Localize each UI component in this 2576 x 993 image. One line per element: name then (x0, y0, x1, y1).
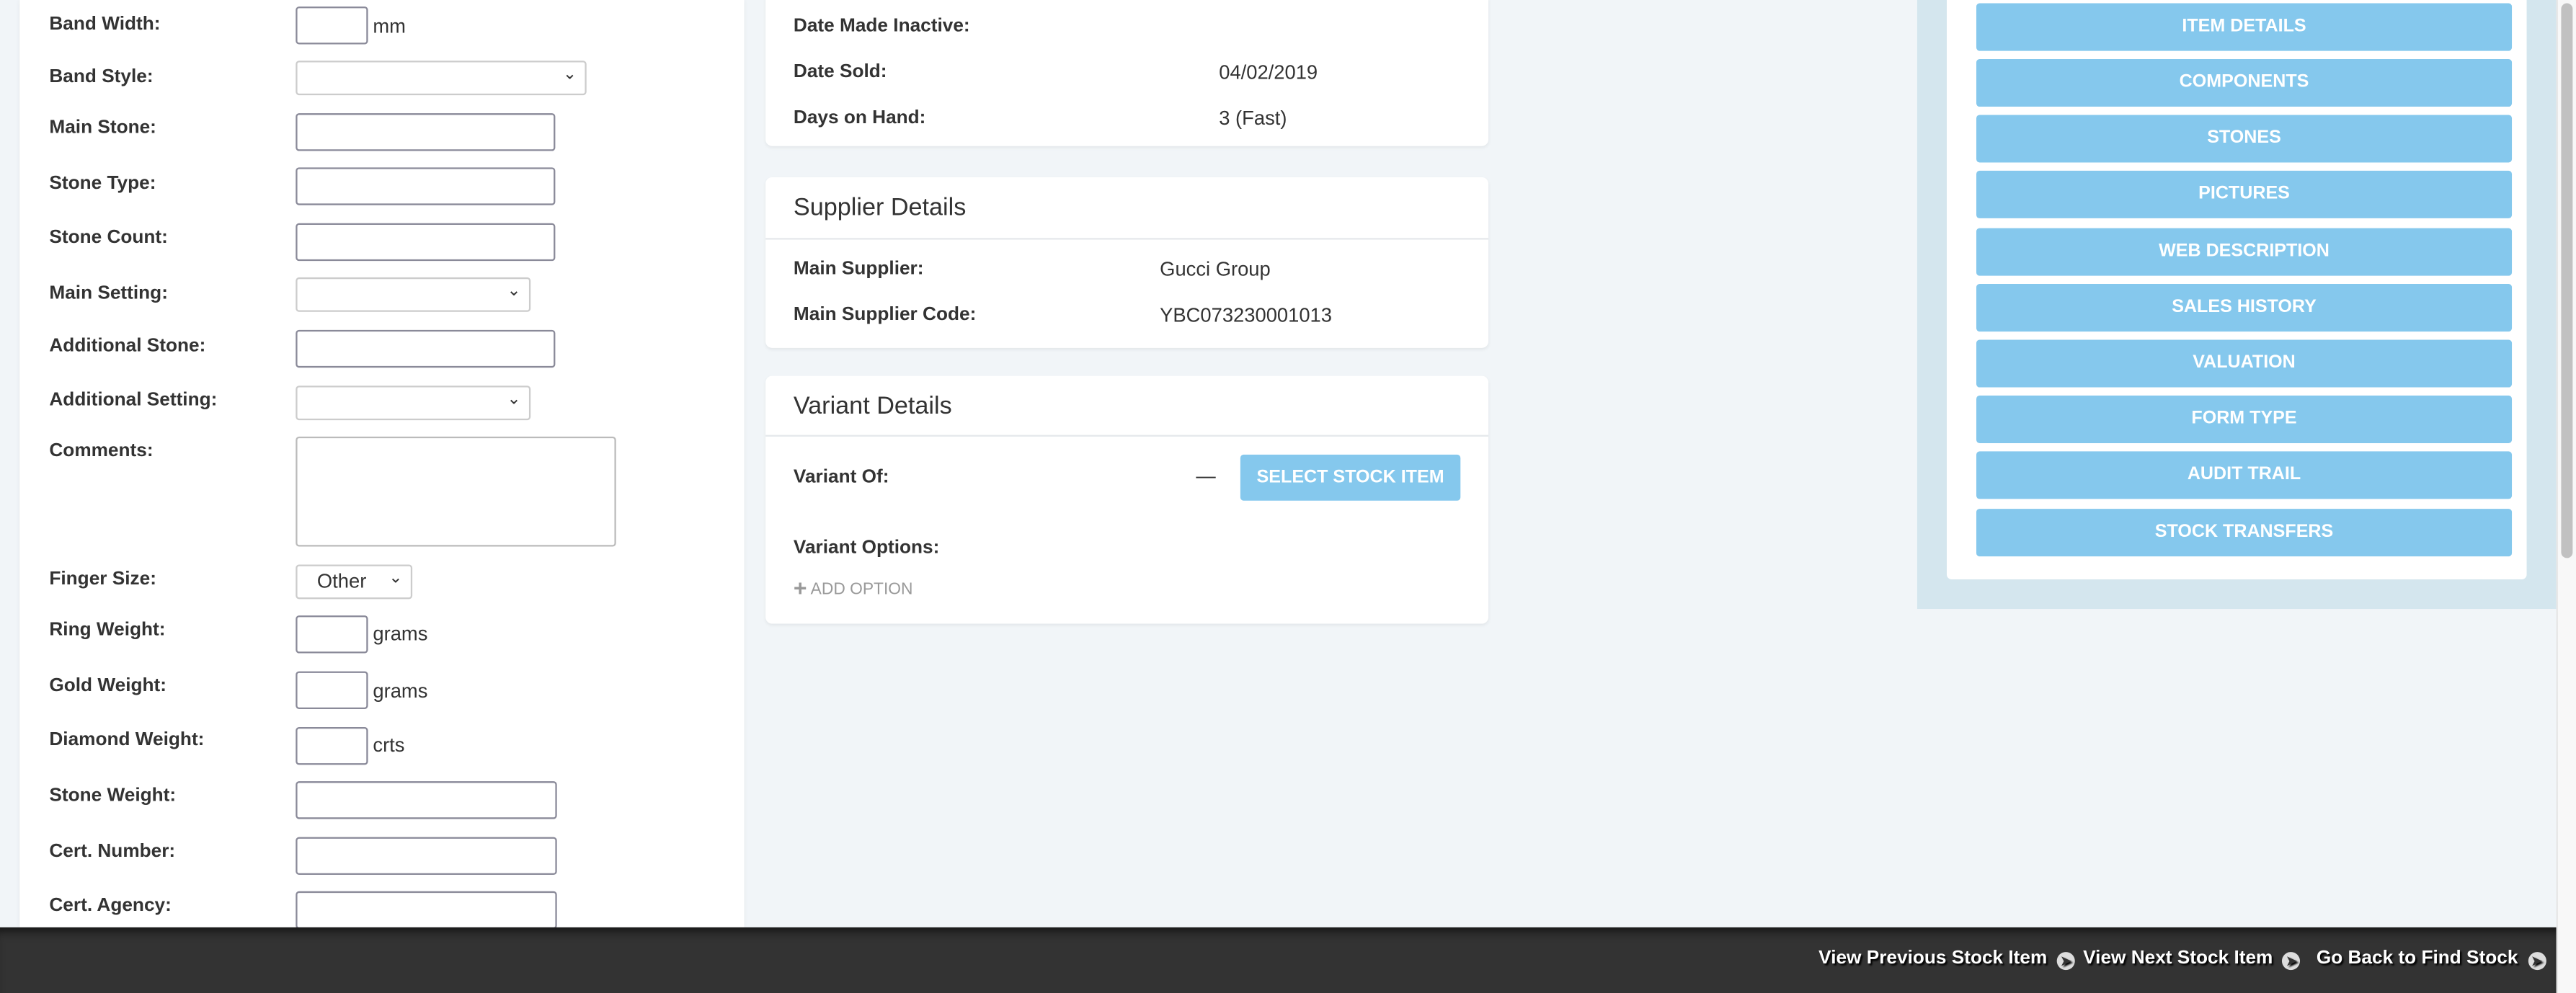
main-setting-select[interactable]: ⌄ (296, 277, 531, 312)
gold-weight-unit: grams (373, 679, 428, 703)
view-previous-stock-item-link[interactable]: View Previous Stock Item ➤ (1818, 948, 2076, 971)
comments-textarea[interactable] (296, 436, 616, 547)
comments-label: Comments: (49, 441, 154, 462)
view-next-stock-item-link[interactable]: View Next Stock Item ➤ (2083, 949, 2301, 971)
finger-size-value: Other (316, 569, 367, 593)
variant-details-title: Variant Details (793, 392, 952, 421)
chevron-down-icon: ⌄ (388, 569, 403, 588)
arrow-circle-right-icon: ➤ (2056, 952, 2076, 971)
go-back-to-find-stock-link[interactable]: Go Back to Find Stock ➤ (2317, 949, 2546, 971)
arrow-circle-right-icon: ➤ (2528, 952, 2546, 971)
main-supplier-value: Gucci Group (1160, 257, 1271, 281)
cert-number-input[interactable] (296, 837, 557, 876)
nav-form-type[interactable]: FORM TYPE (1976, 395, 2513, 443)
additional-stone-label: Additional Stone: (49, 336, 206, 357)
divider (765, 435, 1489, 437)
variant-of-value: — (1196, 464, 1216, 488)
additional-setting-label: Additional Setting: (49, 391, 218, 411)
main-supplier-code-label: Main Supplier Code: (793, 305, 977, 325)
band-width-input[interactable] (296, 6, 368, 45)
nav-components[interactable]: COMPONENTS (1976, 58, 2513, 107)
main-stone-input[interactable] (296, 113, 556, 151)
date-sold-value: 04/02/2019 (1219, 61, 1318, 84)
nav-sales-history[interactable]: SALES HISTORY (1976, 284, 2513, 332)
add-option-button[interactable]: + ADD OPTION (794, 574, 913, 600)
nav-stock-transfers[interactable]: STOCK TRANSFERS (1976, 509, 2513, 557)
chevron-down-icon: ⌄ (562, 66, 577, 84)
side-nav: ITEM DETAILS COMPONENTS STONES PICTURES … (1946, 0, 2527, 580)
prev-label: View Previous Stock Item (1818, 948, 2048, 968)
back-label: Go Back to Find Stock (2316, 948, 2518, 968)
nav-pictures[interactable]: PICTURES (1976, 170, 2513, 218)
cert-agency-input[interactable] (296, 891, 557, 930)
additional-stone-input[interactable] (296, 329, 556, 368)
nav-item-details[interactable]: ITEM DETAILS (1976, 3, 2513, 51)
cert-agency-label: Cert. Agency: (49, 896, 172, 916)
next-label: View Next Stock Item (2083, 948, 2273, 968)
cert-number-label: Cert. Number: (49, 842, 176, 862)
supplier-details-card: Supplier Details Main Supplier: Gucci Gr… (765, 177, 1489, 348)
variant-options-label: Variant Options: (793, 538, 940, 558)
diamond-weight-input[interactable] (296, 727, 368, 765)
diamond-weight-unit: crts (373, 734, 405, 757)
band-width-unit: mm (373, 14, 406, 38)
main-supplier-code-value: YBC073230001013 (1160, 303, 1332, 327)
band-style-label: Band Style: (49, 67, 154, 87)
stone-type-input[interactable] (296, 167, 556, 205)
variant-details-card: Variant Details Variant Of: — SELECT STO… (765, 375, 1489, 624)
chevron-down-icon: ⌄ (507, 282, 521, 300)
side-panel: ITEM DETAILS COMPONENTS STONES PICTURES … (1917, 0, 2557, 610)
finger-size-select[interactable]: Other ⌄ (296, 564, 413, 600)
scrollbar[interactable] (2556, 0, 2576, 993)
date-sold-label: Date Sold: (793, 62, 887, 82)
stone-weight-input[interactable] (296, 781, 557, 819)
additional-setting-select[interactable]: ⌄ (296, 386, 531, 421)
scrollbar-thumb[interactable] (2561, 3, 2573, 558)
stone-type-label: Stone Type: (49, 174, 156, 194)
divider (765, 238, 1489, 240)
date-made-inactive-label: Date Made Inactive: (793, 16, 970, 37)
main-stone-label: Main Stone: (49, 117, 156, 138)
arrow-circle-right-icon: ➤ (2283, 952, 2301, 971)
gold-weight-label: Gold Weight: (49, 676, 166, 696)
plus-icon: + (793, 574, 807, 601)
nav-valuation[interactable]: VALUATION (1976, 339, 2513, 388)
chevron-down-icon: ⌄ (507, 391, 521, 409)
dates-card: Date Made Inactive: Date Sold: 04/02/201… (765, 0, 1489, 146)
nav-audit-trail[interactable]: AUDIT TRAIL (1976, 451, 2513, 499)
band-width-label: Band Width: (49, 14, 161, 35)
variant-of-label: Variant Of: (793, 468, 889, 488)
diamond-weight-label: Diamond Weight: (49, 730, 205, 750)
stone-count-input[interactable] (296, 223, 556, 262)
ring-weight-label: Ring Weight: (49, 620, 166, 641)
main-supplier-label: Main Supplier: (793, 259, 924, 280)
gold-weight-input[interactable] (296, 671, 368, 709)
finger-size-label: Finger Size: (49, 569, 156, 589)
stock-attributes-panel: Band Width: mm Band Style: ⌄ Main Stone:… (19, 0, 745, 930)
days-on-hand-label: Days on Hand: (793, 108, 926, 128)
days-on-hand-value: 3 (Fast) (1219, 107, 1287, 130)
footer-bar: View Previous Stock Item ➤ View Next Stoc… (0, 927, 2557, 993)
supplier-details-title: Supplier Details (793, 193, 967, 222)
select-stock-item-button[interactable]: SELECT STOCK ITEM (1240, 454, 1461, 501)
stone-count-label: Stone Count: (49, 228, 168, 248)
nav-stones[interactable]: STONES (1976, 115, 2513, 163)
nav-web-description[interactable]: WEB DESCRIPTION (1976, 228, 2513, 276)
ring-weight-input[interactable] (296, 615, 368, 654)
band-style-select[interactable]: ⌄ (296, 61, 587, 96)
add-option-label: ADD OPTION (810, 581, 913, 600)
main-setting-label: Main Setting: (49, 284, 168, 304)
stone-weight-label: Stone Weight: (49, 786, 177, 806)
ring-weight-unit: grams (373, 622, 428, 646)
